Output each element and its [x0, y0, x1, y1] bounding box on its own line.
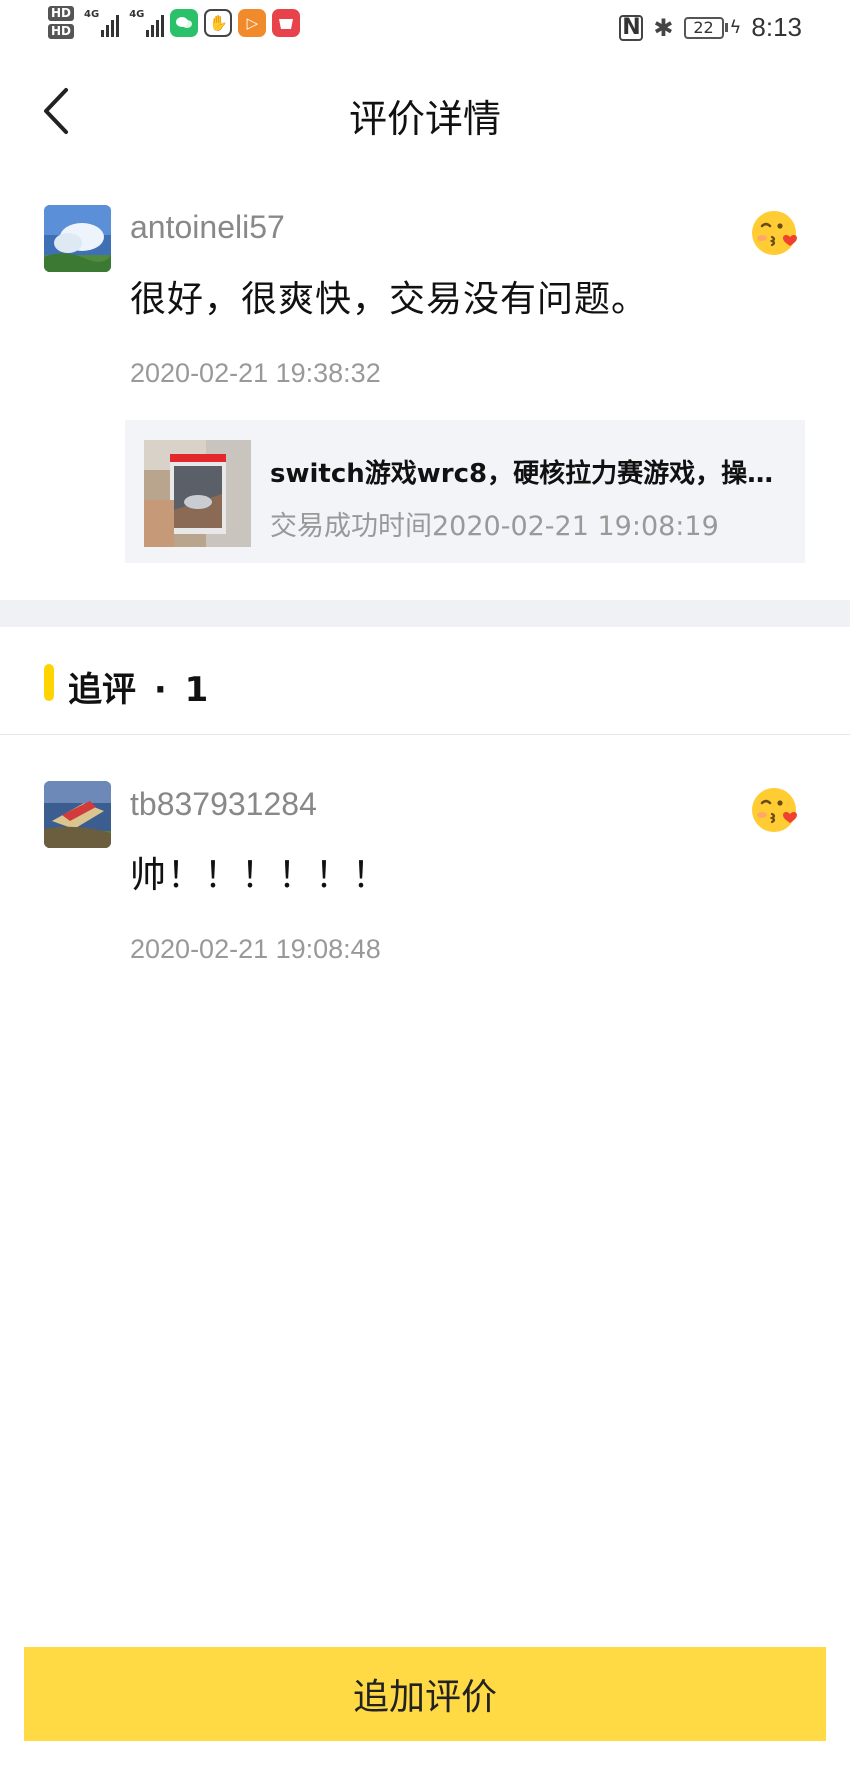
followup-section-title: 追评 · 1 — [68, 662, 208, 711]
product-success-label: 交易成功时间 — [270, 511, 432, 542]
review-time: 2020-02-21 19:38:32 — [130, 358, 381, 388]
followup-count: 1 — [184, 670, 209, 710]
followup-section-header: 追评 · 1 — [0, 627, 850, 735]
status-bar: HD HD 4G 4G ✋ ▷ N ✱ 22 ϟ 8:13 — [0, 0, 850, 58]
hand-app-icon: ✋ — [204, 8, 233, 37]
product-title: switch游戏wrc8，硬核拉力赛游戏，操作过硬 — [270, 459, 790, 489]
signal-icon-2: 4G — [129, 9, 165, 37]
nav-bar: 评价详情 — [0, 58, 850, 163]
video-app-icon: ▷ — [238, 8, 267, 37]
page-title: 评价详情 — [348, 97, 501, 141]
signal-icon-1: 4G — [84, 9, 120, 37]
nfc-icon: N — [619, 14, 644, 41]
avatar[interactable] — [44, 205, 111, 272]
followup-separator: · — [153, 670, 167, 710]
kiss-emoji-icon — [750, 207, 802, 259]
hd-badge-2: HD — [48, 24, 75, 39]
status-left-icons: HD HD 4G 4G ✋ ▷ — [48, 6, 301, 39]
kiss-emoji-icon — [750, 784, 802, 836]
hd-badge-1: HD — [48, 6, 75, 21]
followup-avatar[interactable] — [44, 781, 111, 848]
product-card[interactable]: switch游戏wrc8，硬核拉力赛游戏，操作过硬 交易成功时间2020-02-… — [125, 420, 805, 563]
followup-username[interactable]: tb837931284 — [130, 786, 317, 823]
followup-time: 2020-02-21 19:08:48 — [130, 934, 381, 964]
battery-icon: 22 ϟ — [683, 16, 742, 39]
add-followup-review-button[interactable]: 追加评价 — [24, 1647, 826, 1741]
product-success-time-row: 交易成功时间2020-02-21 19:08:19 — [270, 504, 719, 543]
battery-level: 22 — [683, 16, 724, 39]
section-accent-bar — [44, 664, 54, 701]
product-success-time: 2020-02-21 19:08:19 — [432, 511, 719, 542]
followup-label: 追评 — [68, 670, 136, 710]
review-content: 很好，很爽快，交易没有问题。 — [130, 279, 649, 320]
bluetooth-icon: ✱ — [653, 13, 674, 42]
status-right-icons: N ✱ 22 ϟ 8:13 — [619, 12, 802, 43]
followup-content: 帅！！！！！！ — [130, 855, 390, 896]
section-divider — [0, 600, 850, 627]
product-thumbnail — [144, 440, 251, 547]
clock: 8:13 — [751, 12, 802, 42]
appgallery-app-icon — [272, 8, 301, 37]
reviewer-username[interactable]: antoineli57 — [130, 209, 285, 246]
wechat-app-icon — [170, 8, 199, 37]
charging-icon: ϟ — [729, 17, 742, 38]
hd-indicators: HD HD — [48, 6, 75, 39]
